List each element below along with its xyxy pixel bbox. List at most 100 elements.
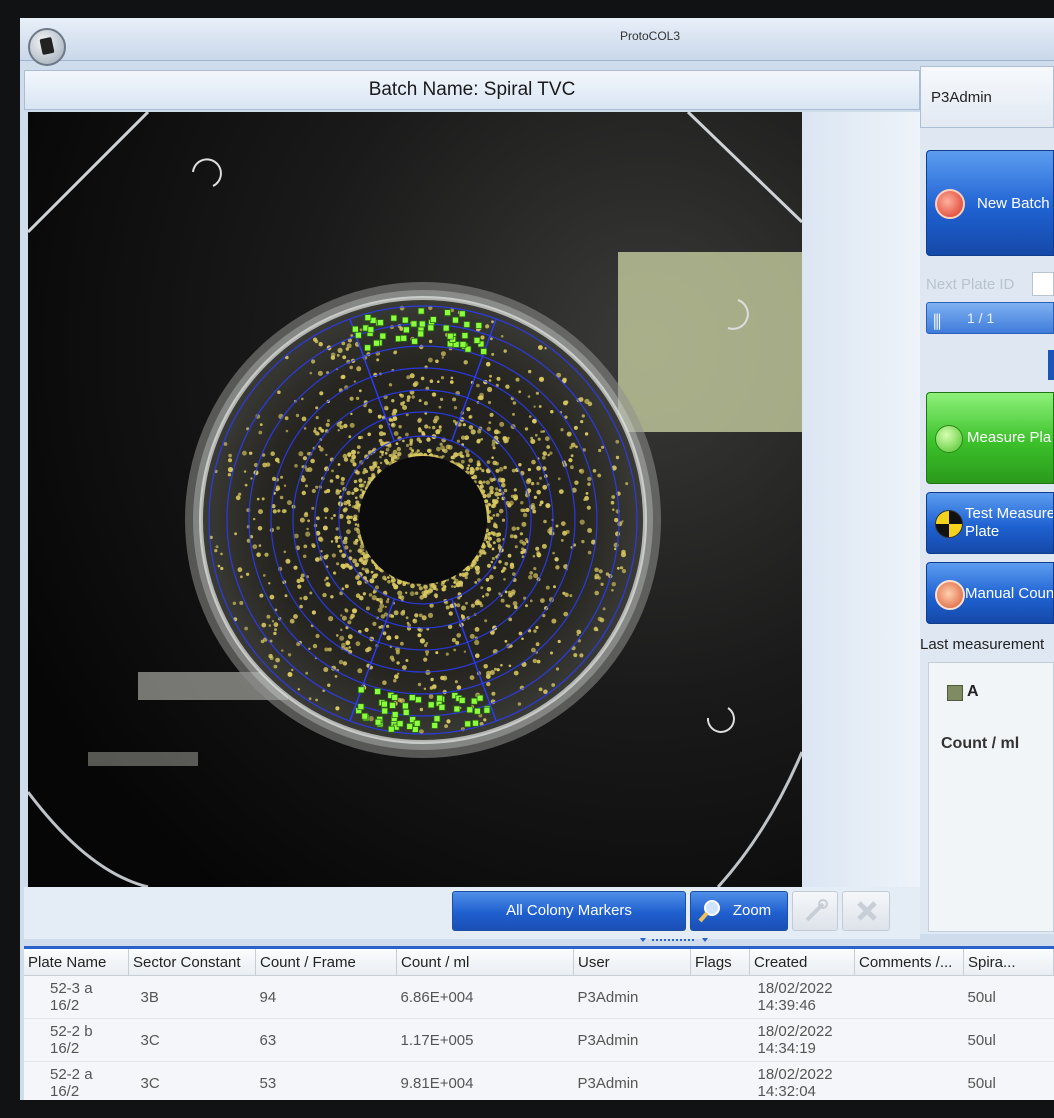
colony-marker[interactable] xyxy=(461,332,469,340)
colony-marker[interactable] xyxy=(361,712,369,720)
colony-marker[interactable] xyxy=(389,702,396,709)
colony-marker[interactable] xyxy=(374,718,382,726)
plate-selector[interactable]: ⫼ 1 / 1 xyxy=(926,302,1054,334)
new-batch-button[interactable]: New Batch xyxy=(926,150,1054,256)
colony xyxy=(277,509,281,513)
next-plate-id-input[interactable] xyxy=(1032,272,1054,296)
zoom-label: Zoom xyxy=(732,902,772,919)
colony-marker[interactable] xyxy=(374,688,382,695)
colony-marker[interactable] xyxy=(436,694,444,702)
colony-marker[interactable] xyxy=(446,332,454,340)
colony-marker[interactable] xyxy=(357,703,365,711)
colony-marker[interactable] xyxy=(476,694,484,702)
colony-marker[interactable] xyxy=(401,316,409,324)
colony-marker[interactable] xyxy=(391,711,399,718)
col-count-frame[interactable]: Count / Frame xyxy=(255,949,397,976)
colony-marker[interactable] xyxy=(475,322,483,329)
colony-marker[interactable] xyxy=(433,715,441,723)
colony-marker[interactable] xyxy=(464,720,472,728)
plate-selector-dropdown[interactable] xyxy=(1048,350,1054,380)
colony-marker[interactable] xyxy=(414,696,422,704)
table-row[interactable]: 52-2 b 16/2 3C 63 1.17E+005 P3Admin 18/02… xyxy=(24,1018,1054,1062)
delete-marker-button[interactable] xyxy=(842,891,890,931)
col-comments[interactable]: Comments /... xyxy=(854,949,964,976)
colony-marker[interactable] xyxy=(427,324,435,332)
colony-marker[interactable] xyxy=(458,310,466,318)
colony-marker[interactable] xyxy=(373,339,380,347)
colony-marker[interactable] xyxy=(458,697,466,704)
colony-marker[interactable] xyxy=(453,705,461,713)
colony-marker[interactable] xyxy=(396,720,404,728)
colony-marker[interactable] xyxy=(400,334,408,342)
table-row[interactable]: 52-2 a 16/2 3C 53 9.81E+004 P3Admin 18/02… xyxy=(24,1061,1054,1100)
colony-marker[interactable] xyxy=(417,330,425,338)
colony-marker[interactable] xyxy=(429,316,437,324)
measure-plate-button[interactable]: Measure Pla xyxy=(926,392,1054,484)
panel-splitter[interactable] xyxy=(640,936,710,944)
colony-marker[interactable] xyxy=(483,706,491,714)
colony-marker[interactable] xyxy=(377,319,384,327)
colony-marker[interactable] xyxy=(452,316,459,324)
colony-marker[interactable] xyxy=(466,706,474,714)
plate-image-view[interactable] xyxy=(28,112,802,887)
colony xyxy=(265,462,271,467)
colony xyxy=(452,397,457,402)
col-user[interactable]: User xyxy=(573,949,691,976)
colony-marker[interactable] xyxy=(411,337,419,345)
col-count-ml[interactable]: Count / ml xyxy=(396,949,574,976)
app-menu-icon[interactable] xyxy=(28,28,66,66)
colony xyxy=(550,410,554,414)
colony-marker[interactable] xyxy=(442,324,450,332)
colony-marker[interactable] xyxy=(431,722,439,729)
colony-marker[interactable] xyxy=(472,719,479,727)
colony-marker[interactable] xyxy=(459,341,467,348)
col-sector-constant[interactable]: Sector Constant xyxy=(128,949,256,976)
colony xyxy=(491,691,496,696)
colony-marker[interactable] xyxy=(379,332,387,340)
colony-marker[interactable] xyxy=(444,309,452,317)
colony-marker[interactable] xyxy=(354,331,362,339)
colony xyxy=(315,406,319,410)
manual-count-button[interactable]: Manual Coun xyxy=(926,562,1054,624)
colony-marker[interactable] xyxy=(408,694,416,701)
colony-marker[interactable] xyxy=(427,701,435,709)
colony xyxy=(351,454,356,460)
colony-marker[interactable] xyxy=(417,307,425,315)
colony-marker[interactable] xyxy=(391,694,399,701)
col-plate-name[interactable]: Plate Name xyxy=(24,949,129,976)
colony-marker[interactable] xyxy=(402,326,410,334)
colony-marker[interactable] xyxy=(390,314,398,322)
colony-marker[interactable] xyxy=(470,697,478,705)
table-row[interactable]: 52-3 a 16/2 3B 94 6.86E+004 P3Admin 18/02… xyxy=(24,975,1054,1019)
colony-marker[interactable] xyxy=(357,686,365,694)
edit-marker-button[interactable] xyxy=(792,891,838,931)
colony-marker[interactable] xyxy=(367,326,375,334)
colony xyxy=(528,574,533,580)
col-spiral[interactable]: Spira... xyxy=(963,949,1054,976)
colony-marker[interactable] xyxy=(402,709,410,716)
test-measure-plate-button[interactable]: Test Measure Plate xyxy=(926,492,1054,554)
colony-marker[interactable] xyxy=(480,348,488,355)
colony-marker[interactable] xyxy=(410,320,418,328)
colony-marker[interactable] xyxy=(413,719,421,727)
colony-marker[interactable] xyxy=(364,344,372,352)
colony-marker[interactable] xyxy=(381,707,389,715)
zoom-button[interactable]: Zoom xyxy=(690,891,788,931)
colony-marker[interactable] xyxy=(364,314,372,322)
col-created[interactable]: Created xyxy=(749,949,855,976)
col-flags[interactable]: Flags xyxy=(690,949,750,976)
colony xyxy=(536,465,541,471)
colony-marker[interactable] xyxy=(387,725,395,733)
all-colony-markers-button[interactable]: All Colony Markers xyxy=(452,891,686,931)
colony-marker[interactable] xyxy=(463,321,471,328)
colony-marker[interactable] xyxy=(380,700,388,708)
colony-marker[interactable] xyxy=(401,702,409,710)
colony-marker[interactable] xyxy=(351,325,359,333)
colony-marker[interactable] xyxy=(411,726,419,733)
colony xyxy=(394,674,399,679)
colony-marker[interactable] xyxy=(438,703,446,711)
colony-marker[interactable] xyxy=(406,723,414,730)
colony-marker[interactable] xyxy=(418,320,426,328)
colony-marker[interactable] xyxy=(473,336,481,344)
colony-marker[interactable] xyxy=(473,707,481,715)
